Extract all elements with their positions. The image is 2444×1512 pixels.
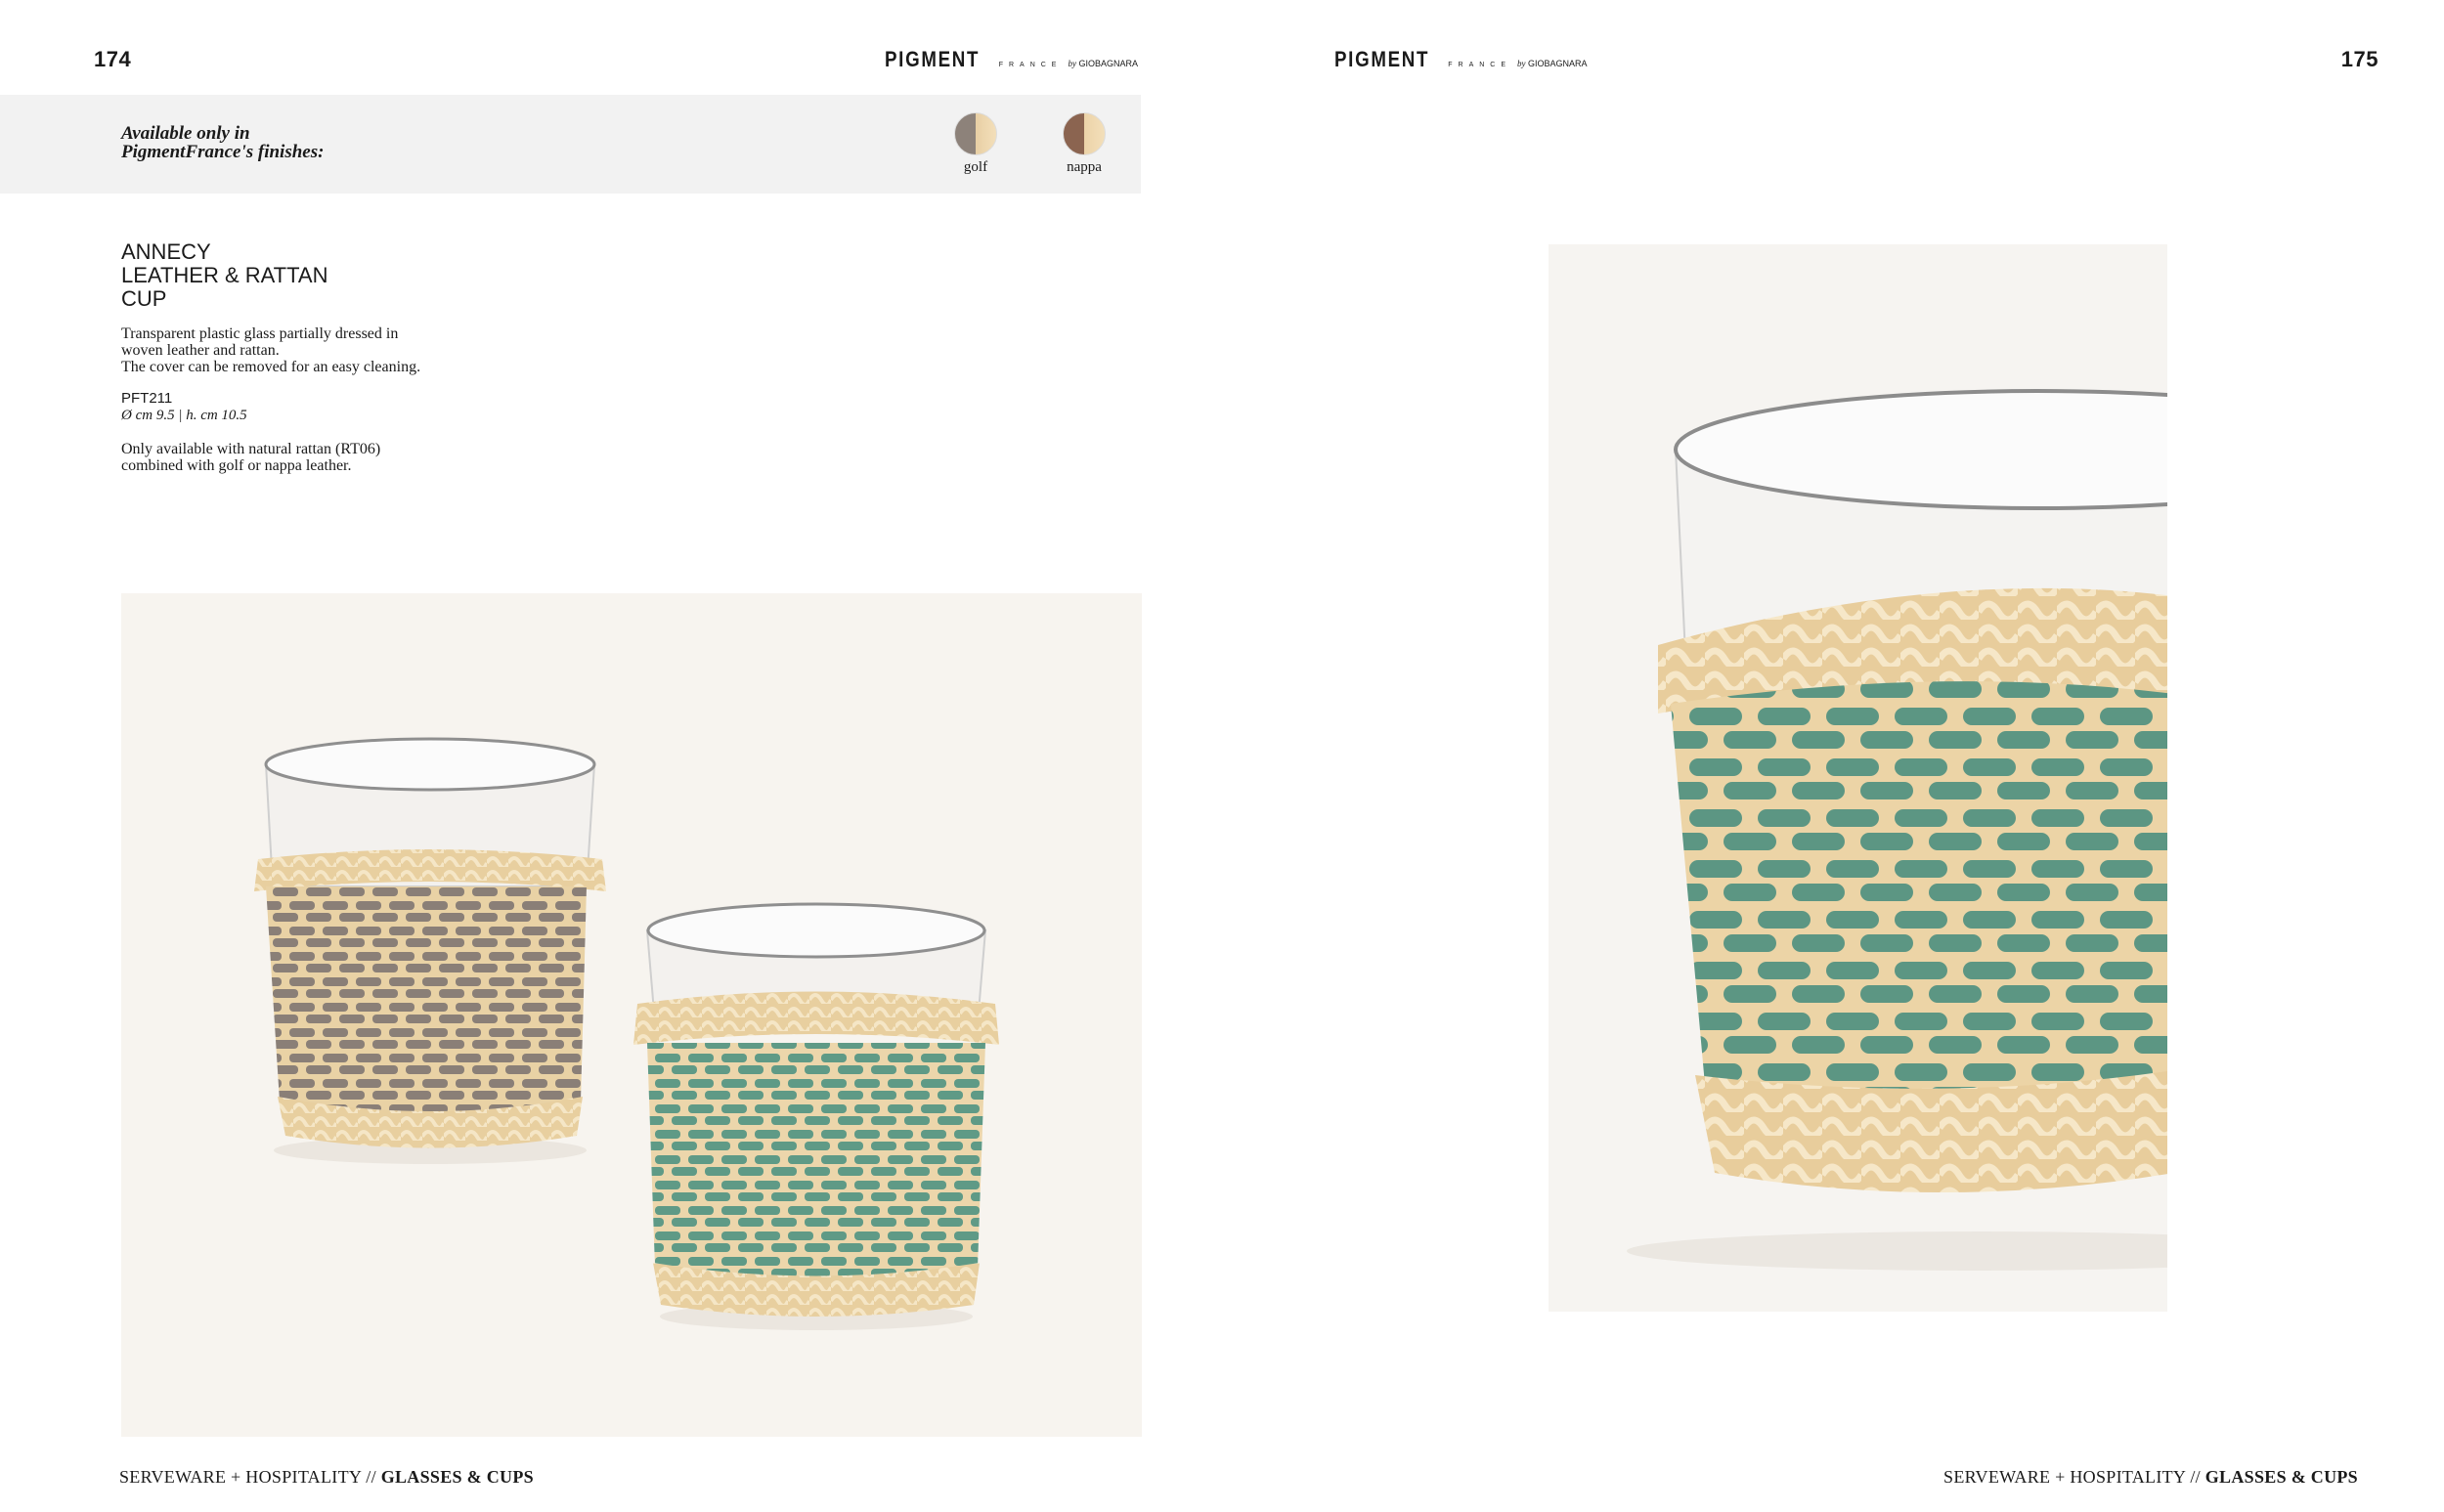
brand-sub: FRANCE: [998, 62, 1063, 68]
product-code: PFT211: [121, 390, 173, 407]
cup-closeup-illustration: [1627, 389, 2167, 1271]
brand-sub: FRANCE: [1448, 62, 1512, 68]
nappa-finish-swatch-icon: [1063, 112, 1106, 155]
left-page: 174 PIGMENT FRANCE by GIOBAGNARA Availab…: [0, 0, 1222, 1512]
cups-illustration: [254, 737, 999, 1330]
page-number: 174: [94, 47, 132, 71]
golf-finish-swatch-icon: [954, 112, 997, 155]
brand-by: by GIOBAGNARA: [1517, 59, 1588, 68]
product-photo-closeup: [1549, 244, 2167, 1312]
page-number: 175: [2340, 47, 2379, 71]
page-footer: SERVEWARE + HOSPITALITY // GLASSES & CUP…: [1943, 1467, 2358, 1487]
brand-logo: PIGMENT FRANCE by GIOBAGNARA: [885, 47, 1138, 72]
product-note: Only available with natural rattan (RT06…: [121, 441, 381, 474]
product-photo-pair: [121, 593, 1142, 1437]
swatch-label: nappa: [1067, 159, 1102, 175]
golf-swatch: golf: [946, 112, 1005, 176]
product-title: ANNECY LEATHER & RATTAN CUP: [121, 239, 328, 311]
brand-name: PIGMENT: [885, 47, 981, 71]
finishes-band: Available only in PigmentFrance's finish…: [0, 95, 1141, 194]
product-dimensions: Ø cm 9.5 | h. cm 10.5: [121, 408, 247, 423]
nappa-swatch: nappa: [1055, 112, 1113, 176]
brand-name: PIGMENT: [1334, 47, 1430, 71]
finishes-label: Available only in PigmentFrance's finish…: [121, 123, 325, 162]
product-description: Transparent plastic glass partially dres…: [121, 325, 421, 375]
brand-by: by GIOBAGNARA: [1068, 59, 1138, 68]
brand-logo: PIGMENT FRANCE by GIOBAGNARA: [1334, 47, 1588, 72]
swatch-label: golf: [963, 159, 988, 175]
page-footer: SERVEWARE + HOSPITALITY // GLASSES & CUP…: [119, 1467, 534, 1487]
